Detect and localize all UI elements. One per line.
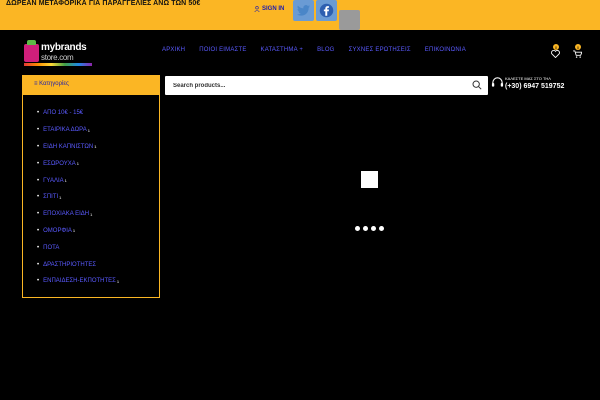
categories-panel: ΑΠΟ 10€ - 15€ ΕΤΑΙΡΙΚΑ ΔΩΡΑ1 ΕΙΔΗ ΚΑΠΝΙΣ…	[22, 95, 160, 298]
contact-phone[interactable]: (+30) 6947 519752	[505, 83, 564, 90]
loading-dot	[379, 226, 384, 231]
sign-in-link[interactable]: SIGN IN	[254, 6, 284, 12]
gift-box-icon	[24, 40, 39, 62]
facebook-button[interactable]	[316, 0, 337, 21]
headset-icon	[491, 77, 504, 87]
category-item[interactable]: ΑΠΟ 10€ - 15€	[37, 105, 119, 122]
heart-icon	[551, 50, 560, 58]
wishlist-button[interactable]: 0	[550, 44, 562, 58]
cart-icon	[573, 50, 582, 58]
header-icons: 0 0	[550, 44, 584, 58]
nav-home[interactable]: ΑΡΧΙΚΗ	[162, 47, 185, 53]
category-item[interactable]: ΣΠΙΤΙ1	[37, 189, 119, 206]
loading-square	[361, 171, 378, 188]
nav-blog[interactable]: BLOG	[317, 47, 334, 53]
loading-dots	[355, 226, 384, 231]
instagram-button[interactable]	[339, 10, 360, 30]
categories-list: ΑΠΟ 10€ - 15€ ΕΤΑΙΡΙΚΑ ΔΩΡΑ1 ΕΙΔΗ ΚΑΠΝΙΣ…	[37, 105, 119, 290]
logo-rainbow-bar	[24, 63, 92, 66]
twitter-button[interactable]	[293, 0, 314, 21]
contact-label: ΚΑΛΕΣΤΕ ΜΑΣ ΣΤΟ ΤΗΛ	[505, 76, 551, 81]
user-icon	[254, 6, 260, 12]
nav-faq[interactable]: ΣΥΧΝΕΣ ΕΡΩΤΗΣΕΙΣ	[349, 47, 411, 53]
nav-shop[interactable]: ΚΑΤΑΣΤΗΜΑ +	[261, 47, 304, 53]
facebook-icon	[319, 3, 334, 18]
logo-text-line1: mybrands	[41, 42, 87, 53]
loading-dot	[371, 226, 376, 231]
twitter-icon	[297, 5, 310, 16]
site-logo[interactable]: mybrands store.com	[24, 38, 94, 68]
main-nav: ΑΡΧΙΚΗ ΠΟΙΟΙ ΕΙΜΑΣΤΕ ΚΑΤΑΣΤΗΜΑ + BLOG ΣΥ…	[162, 47, 480, 53]
category-item[interactable]: ΕΠΟΧΙΑΚΑ ΕΙΔΗ1	[37, 206, 119, 223]
categories-title: ≡ Κατηγορίες	[34, 81, 69, 87]
category-item[interactable]: ΕΣΩΡΟΥΧΑ1	[37, 155, 119, 172]
sign-in-label: SIGN IN	[262, 6, 285, 12]
loading-dot	[355, 226, 360, 231]
category-item[interactable]: ΕΙΔΗ ΚΑΠΝΙΣΤΩΝ1	[37, 139, 119, 156]
search-input[interactable]	[173, 80, 463, 91]
category-item[interactable]: ΔΡΑΣΤΗΡΙΟΤΗΤΕΣ	[37, 256, 119, 273]
category-item[interactable]: ΕΝΠΑΙΔΕΣΗ-ΕΚΠΟΤΗΤΕΣ1	[37, 273, 119, 290]
nav-contact[interactable]: ΕΠΙΚΟΙΝΩΝΙΑ	[425, 47, 466, 53]
search-bar	[165, 76, 488, 95]
category-item[interactable]: ΟΜΟΡΦΙΑ1	[37, 223, 119, 240]
nav-about[interactable]: ΠΟΙΟΙ ΕΙΜΑΣΤΕ	[199, 47, 246, 53]
contact-box: ΚΑΛΕΣΤΕ ΜΑΣ ΣΤΟ ΤΗΛ (+30) 6947 519752	[491, 75, 564, 95]
category-item[interactable]: ΕΤΑΙΡΙΚΑ ΔΩΡΑ1	[37, 122, 119, 139]
category-item[interactable]: ΠΟΤΑ	[37, 239, 119, 256]
loading-dot	[363, 226, 368, 231]
top-bar: ΔΩΡΕΑΝ ΜΕΤΑΦΟΡΙΚΑ ΓΙΑ ΠΑΡΑΓΓΕΛΙΕΣ ΑΝΩ ΤΩ…	[0, 0, 600, 30]
categories-toggle[interactable]: ≡ Κατηγορίες	[22, 75, 160, 95]
promo-text: ΔΩΡΕΑΝ ΜΕΤΑΦΟΡΙΚΑ ΓΙΑ ΠΑΡΑΓΓΕΛΙΕΣ ΑΝΩ ΤΩ…	[6, 0, 201, 7]
search-icon[interactable]	[472, 80, 482, 90]
cart-button[interactable]: 0	[572, 44, 584, 58]
logo-text-line2: store.com	[41, 53, 74, 62]
category-item[interactable]: ΓΥΑΛΙΑ1	[37, 172, 119, 189]
